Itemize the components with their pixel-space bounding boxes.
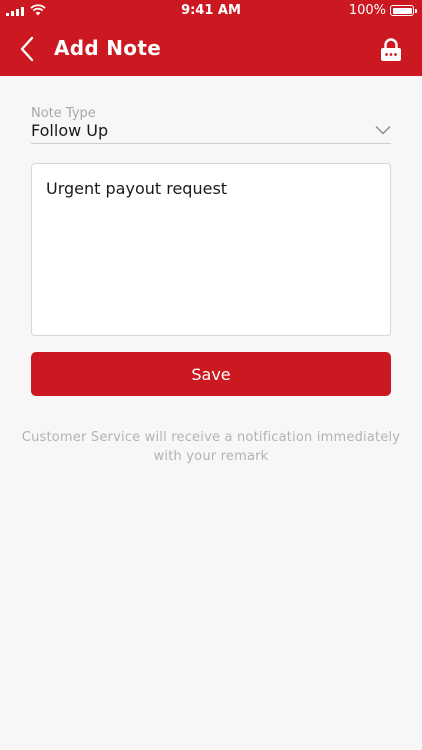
note-type-value: Follow Up — [31, 121, 109, 140]
status-bar: 9:41 AM 100% — [0, 0, 422, 22]
notification-hint-line-2: with your remark — [153, 449, 269, 464]
chevron-left-icon — [20, 36, 34, 62]
notification-hint-line-1: Customer Service will receive a notifica… — [21, 430, 401, 445]
note-type-select[interactable]: Follow Up — [31, 120, 391, 144]
app-header: 9:41 AM 100% Add Note — [0, 0, 422, 76]
lock-button[interactable] — [380, 38, 402, 62]
battery-percent: 100% — [348, 3, 386, 18]
battery-icon — [390, 5, 417, 16]
remark-textarea[interactable]: Urgent payout request — [31, 163, 391, 336]
back-button[interactable] — [14, 34, 38, 64]
lock-icon — [381, 38, 401, 61]
page-title: Add Note — [54, 36, 162, 60]
save-button[interactable]: Save — [31, 352, 391, 396]
note-type-label: Note Type — [31, 106, 96, 121]
chevron-down-icon — [375, 126, 391, 135]
battery-fill — [392, 7, 412, 14]
notification-hint: Customer Service will receive a notifica… — [20, 428, 402, 466]
